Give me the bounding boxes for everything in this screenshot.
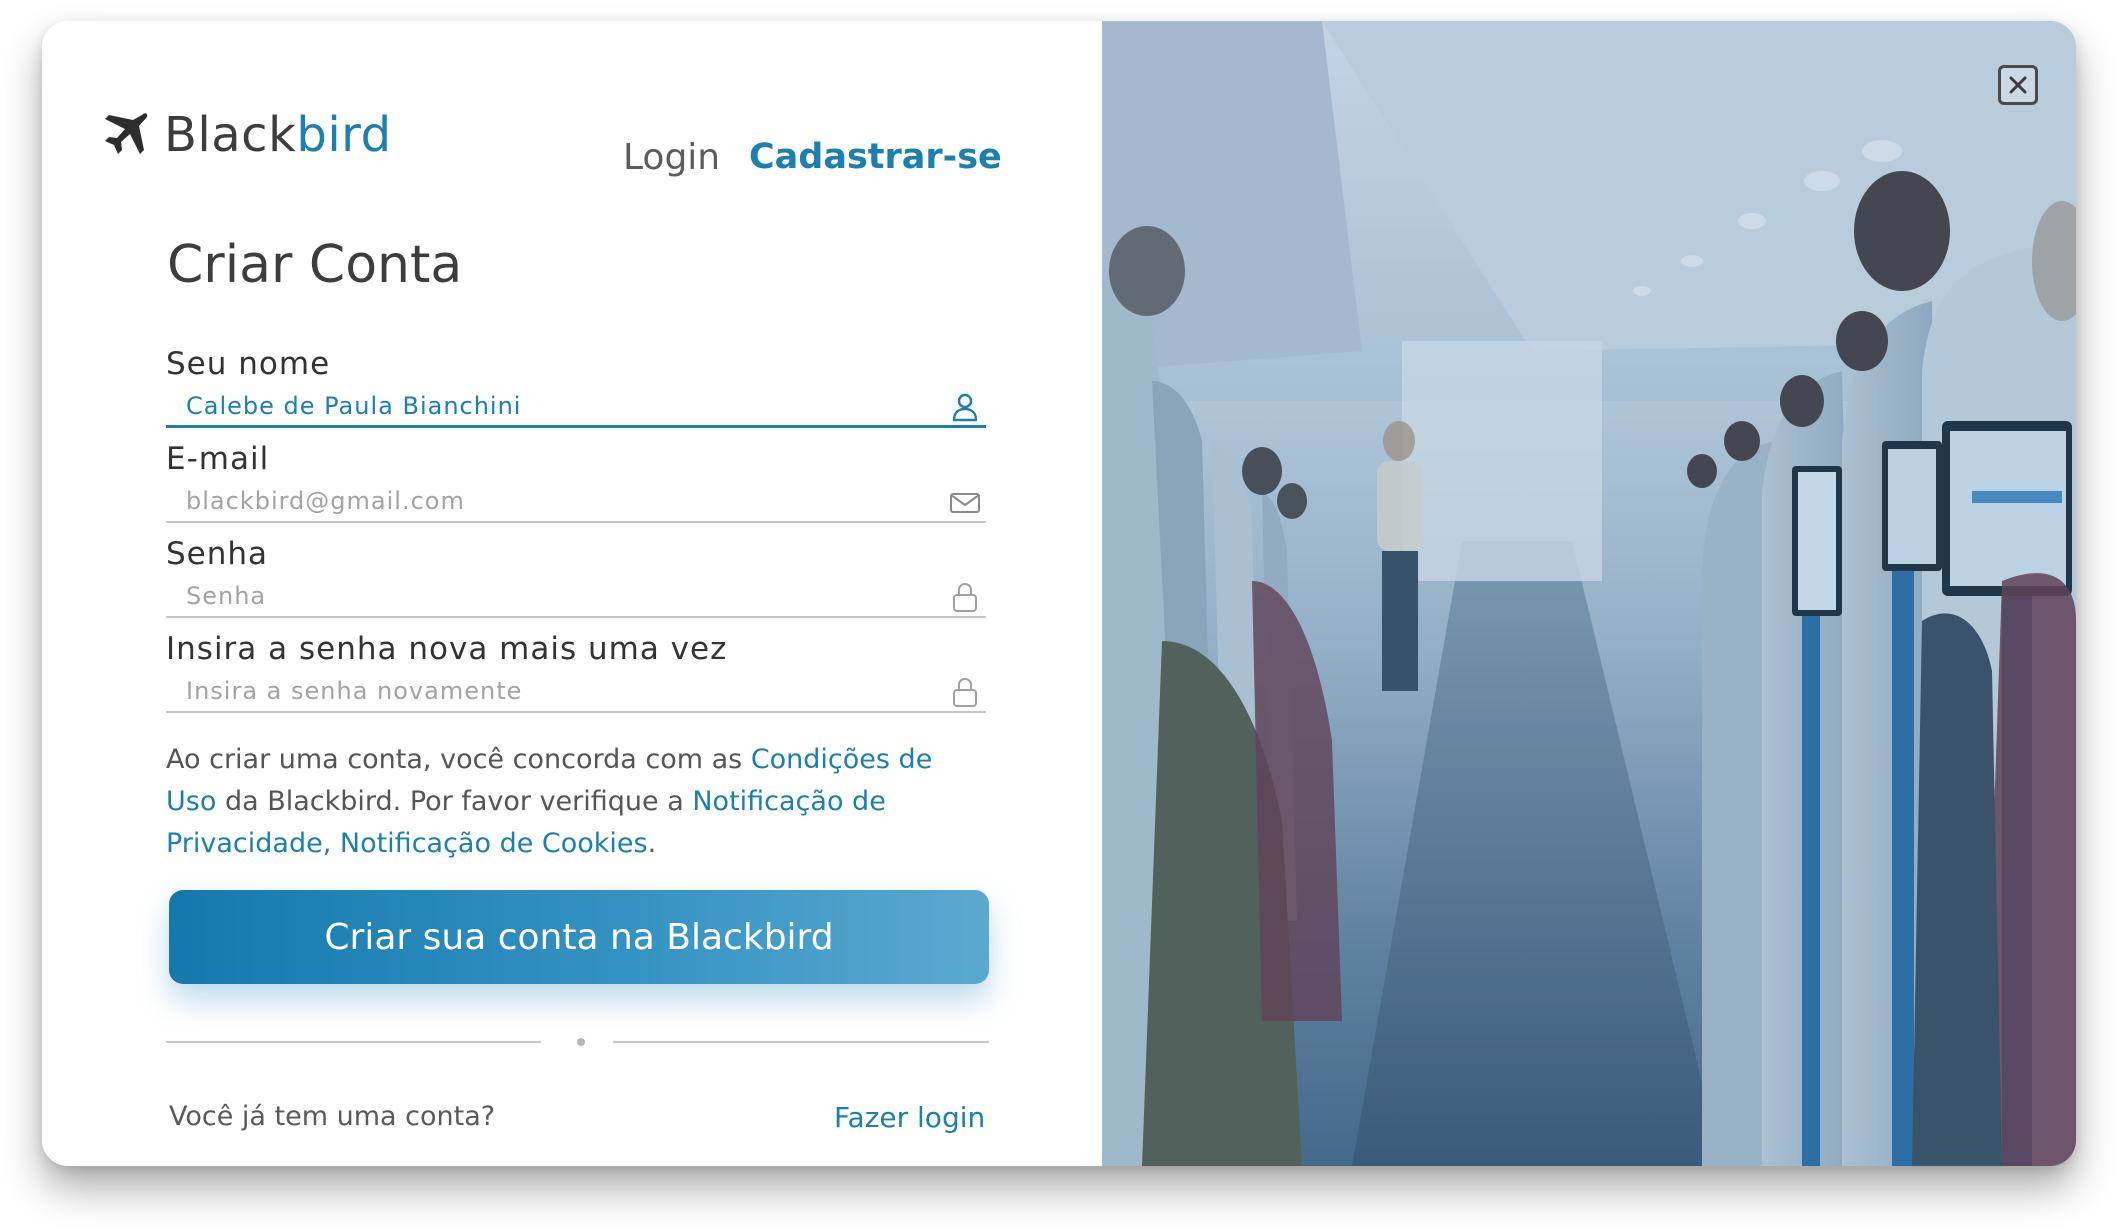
airplane-cabin-photo [1102,21,2076,1166]
brand-name: Blackbird [164,107,392,163]
brand-name-part2: bird [296,107,392,163]
have-account-text: Você já tem uma conta? [169,1101,496,1132]
confirm-password-field-group: Insira a senha nova mais uma vez [166,631,986,713]
name-field-row [166,388,986,428]
user-icon [952,393,978,422]
password-field-row [166,578,986,618]
divider-left [166,1041,541,1043]
signup-modal: Blackbird Login Cadastrar-se Criar Conta… [42,21,2076,1166]
airplane-icon [105,113,148,154]
form-panel: Blackbird Login Cadastrar-se Criar Conta… [42,21,1102,1166]
password-field-label: Senha [166,536,269,572]
email-input[interactable] [166,483,906,519]
lock-icon [953,677,977,707]
page-title: Criar Conta [167,235,463,295]
lock-icon [953,582,977,612]
brand-name-part1: Black [164,107,297,163]
confirm-password-input[interactable] [166,673,906,709]
name-field-group: Seu nome [166,346,986,428]
mail-icon [950,493,980,513]
login-link[interactable]: Fazer login [834,1101,985,1134]
confirm-password-field-row [166,673,986,713]
confirm-password-field-label: Insira a senha nova mais uma vez [166,631,728,667]
password-input[interactable] [166,578,906,614]
terms-text-part3: . [647,828,657,859]
terms-text: Ao criar uma conta, você concorda com as… [166,739,976,865]
email-field-group: E-mail [166,441,986,523]
email-field-row [166,483,986,523]
terms-text-part2: da Blackbird. Por favor verifique a [216,786,693,817]
brand-logo[interactable]: Blackbird [98,107,392,163]
nav-signup-link[interactable]: Cadastrar-se [749,137,1002,177]
create-account-button[interactable]: Criar sua conta na Blackbird [169,890,989,984]
airplane-cabin-image [1102,21,2076,1166]
divider-dot [577,1038,585,1046]
name-input[interactable] [166,388,906,424]
password-field-group: Senha [166,536,986,618]
terms-text-part1: Ao criar uma conta, você concorda com as [166,744,751,775]
close-icon [2009,76,2027,94]
close-button[interactable] [1998,65,2038,105]
nav-login-link[interactable]: Login [623,137,720,178]
name-field-label: Seu nome [166,346,331,382]
divider-right [613,1041,989,1043]
email-field-label: E-mail [166,441,270,477]
